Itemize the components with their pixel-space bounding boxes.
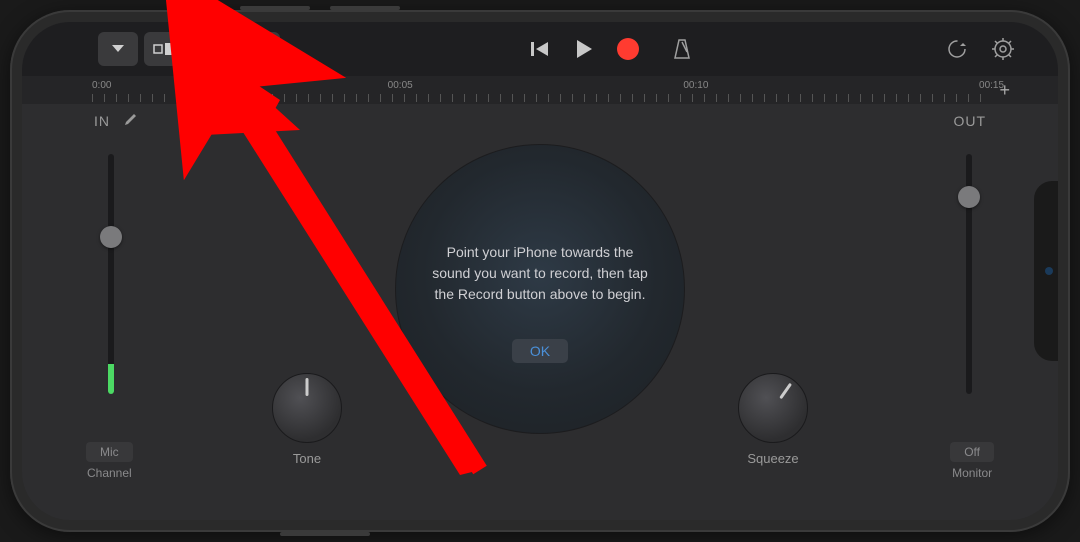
loop-button[interactable] — [942, 34, 972, 64]
ruler-label: 00:10 — [683, 80, 708, 91]
record-button[interactable] — [613, 34, 643, 64]
gear-icon — [991, 37, 1015, 61]
loop-icon — [946, 38, 968, 60]
toolbar — [22, 22, 1058, 76]
output-label: OUT — [953, 113, 986, 129]
ruler-ticks: 0:00 00:05 00:10 00:15 — [92, 76, 988, 104]
squeeze-control: Squeeze — [738, 373, 808, 466]
phone-frame: 0:00 00:05 00:10 00:15 + IN OUT — [10, 10, 1070, 532]
tracks-view-button[interactable] — [190, 32, 230, 66]
physical-button — [280, 532, 370, 536]
tracks-icon — [200, 42, 220, 56]
metronome-button[interactable] — [667, 34, 697, 64]
notch — [1034, 181, 1058, 361]
mic-channel-button[interactable]: Mic — [86, 442, 133, 462]
ruler-label: 00:05 — [388, 80, 413, 91]
rewind-icon — [530, 40, 550, 58]
input-label: IN — [94, 112, 138, 130]
ruler-label: 0:00 — [92, 80, 111, 91]
add-section-button[interactable]: + — [999, 80, 1010, 101]
ok-button[interactable]: OK — [512, 339, 568, 363]
recorder-panel: IN OUT Point your iPhone to — [22, 104, 1058, 520]
chevron-down-icon — [110, 43, 126, 55]
monitor-label: Monitor — [952, 466, 992, 480]
input-gain-slider[interactable] — [108, 154, 114, 394]
in-text: IN — [94, 113, 110, 129]
screen: 0:00 00:05 00:10 00:15 + IN OUT — [22, 22, 1058, 520]
tone-knob[interactable] — [272, 373, 342, 443]
physical-button — [170, 6, 210, 10]
fx-button[interactable] — [240, 32, 280, 66]
record-icon — [617, 38, 639, 60]
squeeze-label: Squeeze — [747, 451, 798, 466]
browser-button[interactable] — [144, 32, 184, 66]
tone-label: Tone — [293, 451, 321, 466]
physical-button — [240, 6, 310, 10]
slider-thumb[interactable] — [100, 226, 122, 248]
browser-icon — [153, 42, 175, 56]
rewind-button[interactable] — [525, 34, 555, 64]
hint-text: Point your iPhone towards the sound you … — [426, 242, 654, 305]
physical-button — [330, 6, 400, 10]
eyedropper-icon[interactable] — [120, 112, 138, 130]
settings-button[interactable] — [988, 34, 1018, 64]
metronome-icon — [672, 38, 692, 60]
channel-group: Mic Channel — [86, 442, 133, 480]
timeline-ruler[interactable]: 0:00 00:05 00:10 00:15 + — [22, 76, 1058, 104]
output-level-slider[interactable] — [966, 154, 972, 394]
vu-meter: Point your iPhone towards the sound you … — [395, 144, 685, 434]
monitor-group: Off Monitor — [950, 442, 994, 480]
play-icon — [575, 39, 593, 59]
channel-label: Channel — [87, 466, 132, 480]
my-songs-button[interactable] — [98, 32, 138, 66]
squeeze-knob[interactable] — [738, 373, 808, 443]
monitor-toggle[interactable]: Off — [950, 442, 994, 462]
sliders-icon — [251, 40, 269, 58]
slider-fill — [108, 364, 114, 394]
tone-control: Tone — [272, 373, 342, 466]
slider-thumb[interactable] — [958, 186, 980, 208]
out-text: OUT — [953, 113, 986, 129]
play-button[interactable] — [569, 34, 599, 64]
